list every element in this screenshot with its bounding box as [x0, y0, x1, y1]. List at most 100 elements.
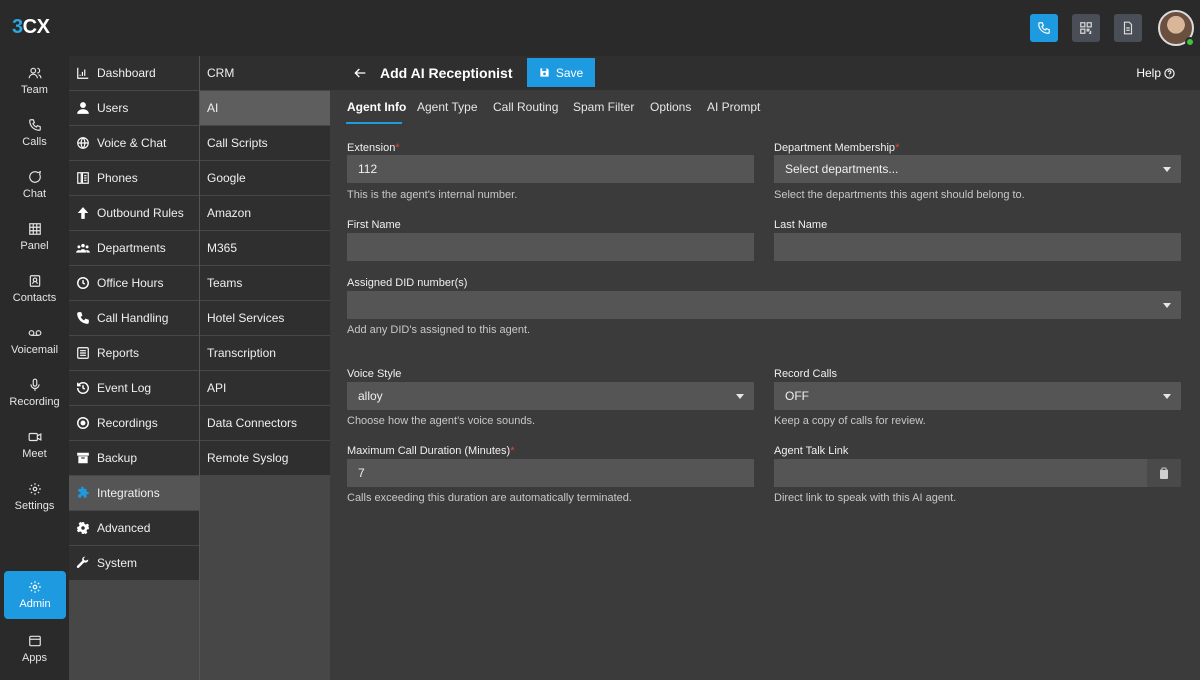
- sub-item-remote-syslog[interactable]: Remote Syslog: [200, 441, 330, 476]
- rail-item-apps[interactable]: Apps: [0, 624, 69, 674]
- chevron-down-icon: [1163, 167, 1171, 172]
- nav-item-system[interactable]: System: [69, 546, 199, 581]
- rail-item-panel[interactable]: Panel: [0, 212, 69, 262]
- first-name-label: First Name: [347, 219, 401, 231]
- tab-options[interactable]: Options: [650, 100, 691, 114]
- sub-item-call-scripts[interactable]: Call Scripts: [200, 126, 330, 161]
- record-calls-label: Record Calls: [774, 368, 837, 380]
- voice-style-helper: Choose how the agent's voice sounds.: [347, 415, 535, 427]
- nav-label: Voice & Chat: [97, 136, 167, 150]
- rail-item-calls[interactable]: Calls: [0, 108, 69, 158]
- did-select[interactable]: [347, 291, 1181, 319]
- page-header: Add AI Receptionist Save Help: [330, 56, 1200, 90]
- department-select[interactable]: Select departments...: [774, 155, 1181, 183]
- chevron-down-icon: [1163, 394, 1171, 399]
- phone-status-button[interactable]: [1030, 14, 1058, 42]
- sub-item-data-connectors[interactable]: Data Connectors: [200, 406, 330, 441]
- sub-item-amazon[interactable]: Amazon: [200, 196, 330, 231]
- extension-input[interactable]: 112: [347, 155, 754, 183]
- rail-item-recording[interactable]: Recording: [0, 368, 69, 418]
- nav-item-integrations[interactable]: Integrations: [69, 476, 199, 511]
- record-calls-select[interactable]: OFF: [774, 382, 1181, 410]
- chevron-down-icon: [1163, 303, 1171, 308]
- rail-item-meet[interactable]: Meet: [0, 420, 69, 470]
- max-duration-input[interactable]: 7: [347, 459, 754, 487]
- nav-item-phones[interactable]: Phones: [69, 161, 199, 196]
- rail-label: Meet: [22, 448, 47, 460]
- nav-label: Office Hours: [97, 276, 164, 290]
- rail-item-team[interactable]: Team: [0, 56, 69, 106]
- apps-icon: [28, 635, 41, 647]
- save-label: Save: [555, 65, 584, 80]
- talk-link-helper: Direct link to speak with this AI agent.: [774, 492, 957, 504]
- nav-item-outbound-rules[interactable]: Outbound Rules: [69, 196, 199, 231]
- nav-label: Phones: [97, 171, 138, 185]
- help-label: Help: [1136, 66, 1161, 80]
- nav-item-voice-chat[interactable]: Voice & Chat: [69, 126, 199, 161]
- nav-label: Dashboard: [97, 66, 156, 80]
- first-name-input[interactable]: [347, 233, 754, 261]
- tab-agent-info[interactable]: Agent Info: [347, 100, 406, 114]
- tab-call-routing[interactable]: Call Routing: [493, 100, 558, 114]
- nav-item-users[interactable]: Users: [69, 91, 199, 126]
- sub-item-ai[interactable]: AI: [200, 91, 330, 126]
- archive-icon: [75, 450, 91, 466]
- tab-spam-filter[interactable]: Spam Filter: [573, 100, 634, 114]
- nav-item-departments[interactable]: Departments: [69, 231, 199, 266]
- sub-item-m365[interactable]: M365: [200, 231, 330, 266]
- nav-item-call-handling[interactable]: Call Handling: [69, 301, 199, 336]
- last-name-input[interactable]: [774, 233, 1181, 261]
- app-logo[interactable]: 3CX: [12, 16, 50, 39]
- tab-ai-prompt[interactable]: AI Prompt: [707, 100, 760, 114]
- sub-item-teams[interactable]: Teams: [200, 266, 330, 301]
- nav-label: Departments: [97, 241, 166, 255]
- gear-icon: [28, 483, 41, 495]
- save-button[interactable]: Save: [527, 58, 595, 87]
- user-icon: [75, 100, 91, 116]
- help-link[interactable]: Help: [1136, 66, 1175, 80]
- left-rail: Team Calls Chat Panel Contacts Voicemail…: [0, 56, 69, 680]
- copy-link-button[interactable]: [1147, 459, 1181, 487]
- calls-icon: [28, 119, 41, 131]
- nav-item-office-hours[interactable]: Office Hours: [69, 266, 199, 301]
- rail-item-voicemail[interactable]: Voicemail: [0, 316, 69, 366]
- contacts-icon: [29, 275, 40, 287]
- nav-item-dashboard[interactable]: Dashboard: [69, 56, 199, 91]
- sub-item-api[interactable]: API: [200, 371, 330, 406]
- sub-item-crm[interactable]: CRM: [200, 56, 330, 91]
- rail-item-settings[interactable]: Settings: [0, 472, 69, 522]
- extension-label: Extension*: [347, 142, 400, 154]
- qr-code-button[interactable]: [1072, 14, 1100, 42]
- rail-label: Settings: [14, 500, 55, 512]
- sub-item-hotel-services[interactable]: Hotel Services: [200, 301, 330, 336]
- document-button[interactable]: [1114, 14, 1142, 42]
- nav-label: Users: [97, 101, 129, 115]
- dashboard-icon: [75, 65, 91, 81]
- back-arrow-icon[interactable]: [352, 65, 368, 81]
- rail-label: Recording: [9, 396, 60, 408]
- rail-label: Voicemail: [10, 344, 59, 356]
- talk-link-input[interactable]: [774, 459, 1181, 487]
- presence-indicator: [1185, 37, 1195, 47]
- extension-helper: This is the agent's internal number.: [347, 189, 518, 201]
- nav-item-reports[interactable]: Reports: [69, 336, 199, 371]
- rail-item-chat[interactable]: Chat: [0, 160, 69, 210]
- tab-bar: Agent Info Agent Type Call Routing Spam …: [330, 90, 1200, 126]
- rail-label: Team: [21, 84, 48, 96]
- team-icon: [28, 67, 41, 79]
- rail-item-admin[interactable]: Admin: [4, 571, 66, 619]
- nav-item-backup[interactable]: Backup: [69, 441, 199, 476]
- panel-icon: [28, 223, 41, 235]
- nav-label: Advanced: [97, 521, 151, 535]
- phone-device-icon: [75, 170, 91, 186]
- voice-style-select[interactable]: alloy: [347, 382, 754, 410]
- sub-item-google[interactable]: Google: [200, 161, 330, 196]
- nav-item-recordings[interactable]: Recordings: [69, 406, 199, 441]
- tab-agent-type[interactable]: Agent Type: [417, 100, 478, 114]
- nav-item-advanced[interactable]: Advanced: [69, 511, 199, 546]
- rail-label: Contacts: [12, 292, 57, 304]
- sub-item-transcription[interactable]: Transcription: [200, 336, 330, 371]
- nav-item-event-log[interactable]: Event Log: [69, 371, 199, 406]
- nav-label: Event Log: [97, 381, 152, 395]
- rail-item-contacts[interactable]: Contacts: [0, 264, 69, 314]
